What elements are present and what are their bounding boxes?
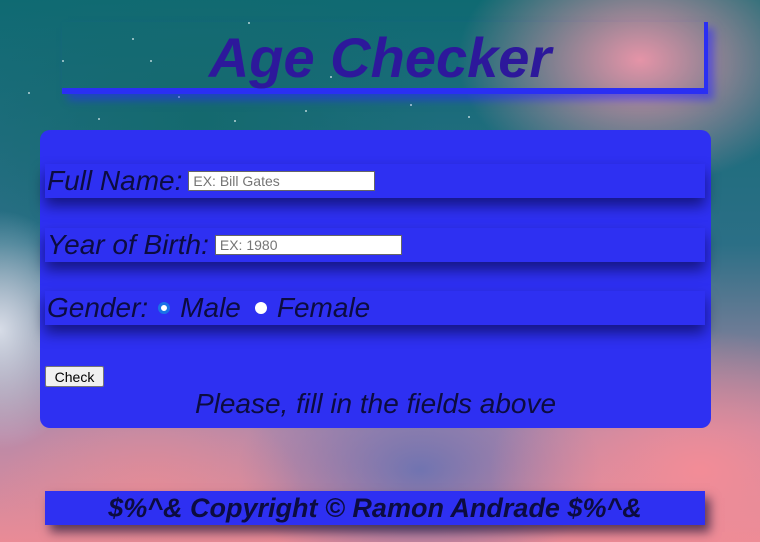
full-name-row: Full Name: xyxy=(45,164,705,198)
year-of-birth-input[interactable] xyxy=(214,235,402,255)
gender-male-radio[interactable] xyxy=(158,302,171,314)
gender-label: Gender: xyxy=(47,292,149,323)
year-of-birth-label: Year of Birth: xyxy=(47,229,209,260)
gender-row: Gender: Male Female xyxy=(45,291,705,325)
full-name-input[interactable] xyxy=(188,171,376,191)
full-name-label: Full Name: xyxy=(47,165,183,196)
age-checker-form: Full Name: Year of Birth: Gender: Male F… xyxy=(40,130,711,428)
page-title: Age Checker xyxy=(208,26,552,89)
footer-copyright: $%^& Copyright © Ramon Andrade $%^& xyxy=(45,491,705,525)
gender-male-label[interactable]: Male xyxy=(180,292,241,324)
gender-female-label[interactable]: Female xyxy=(277,292,370,324)
year-of-birth-row: Year of Birth: xyxy=(45,228,705,262)
status-message: Please, fill in the fields above xyxy=(194,388,557,419)
check-button[interactable]: Check xyxy=(45,366,104,387)
gender-female-radio[interactable] xyxy=(254,302,267,314)
